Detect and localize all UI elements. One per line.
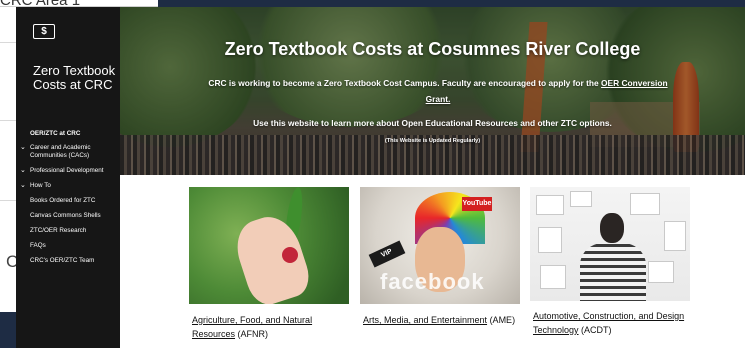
dollar-bill-icon[interactable]: $ [33, 24, 55, 39]
arts-media-image[interactable]: YouTube VIP facebook [360, 187, 520, 304]
facebook-text: facebook [380, 269, 485, 294]
sidebar-item-professional-development[interactable]: ⌄ Professional Development [20, 167, 118, 175]
wall-sheet-shape [570, 191, 592, 207]
hero-intro-text: CRC is working to become a Zero Textbook… [208, 78, 602, 88]
site-title[interactable]: Zero Textbook Costs at CRC [33, 64, 117, 92]
hero-update-note: (This Website is Updated Regularly) [384, 138, 481, 144]
hero-title: Zero Textbook Costs at Cosumnes River Co… [224, 39, 641, 59]
wall-sheet-shape [538, 227, 562, 253]
website-window: $ Zero Textbook Costs at CRC OER/ZTC at … [16, 7, 745, 348]
main-content: Zero Textbook Costs at Cosumnes River Co… [120, 7, 745, 348]
wall-sheet-shape [540, 265, 566, 289]
background-divider [0, 200, 16, 201]
radish-shape [282, 247, 298, 263]
hand-shape [229, 209, 315, 304]
sidebar-item-label: ZTC/OER Research [30, 227, 87, 234]
head-shape [600, 213, 624, 243]
hero-intro: CRC is working to become a Zero Textbook… [198, 75, 678, 107]
wall-sheet-shape [664, 221, 686, 251]
card-caption: Arts, Media, and Entertainment (AME) [363, 313, 523, 327]
sidebar-item-label: Books Ordered for ZTC [30, 197, 96, 204]
sidebar-item-faqs[interactable]: FAQs [20, 242, 118, 250]
wall-sheet-shape [648, 261, 674, 283]
card-caption: Agriculture, Food, and Natural Resources… [192, 313, 352, 341]
sidebar-item-books-ordered[interactable]: Books Ordered for ZTC [20, 197, 118, 205]
card-abbreviation: (AME) [487, 315, 516, 325]
logo-glyph: $ [41, 26, 47, 37]
sidebar-item-how-to[interactable]: ⌄ How To [20, 182, 118, 190]
card-link-ame[interactable]: Arts, Media, and Entertainment [363, 315, 487, 325]
nav-heading[interactable]: OER/ZTC at CRC [30, 130, 80, 137]
sidebar-item-team[interactable]: CRC's OER/ZTC Team [20, 257, 118, 265]
automotive-image[interactable] [530, 187, 690, 301]
sidebar: $ Zero Textbook Costs at CRC OER/ZTC at … [16, 7, 120, 348]
chevron-down-icon[interactable]: ⌄ [20, 182, 30, 190]
hero-description: Use this website to learn more about Ope… [253, 118, 612, 128]
sidebar-item-label: Career and Academic Communities (CACs) [30, 144, 91, 159]
sidebar-item-label: How To [30, 182, 51, 189]
wall-sheet-shape [630, 193, 660, 215]
sidebar-item-label: Professional Development [30, 167, 104, 174]
vip-text: VIP [368, 240, 406, 268]
youtube-logo-text: YouTube [462, 197, 492, 211]
chevron-down-icon[interactable]: ⌄ [20, 144, 30, 152]
background-divider [0, 42, 16, 43]
card-abbreviation: (AFNR) [235, 329, 269, 339]
person-shape [580, 213, 646, 301]
sidebar-item-research[interactable]: ZTC/OER Research [20, 227, 118, 235]
sidebar-item-label: Canvas Commons Shells [30, 212, 101, 219]
sidebar-nav: ⌄ Career and Academic Communities (CACs)… [20, 144, 118, 272]
agriculture-image[interactable] [189, 187, 349, 304]
hero-banner: Zero Textbook Costs at Cosumnes River Co… [120, 7, 745, 175]
sidebar-item-career-communities[interactable]: ⌄ Career and Academic Communities (CACs) [20, 144, 118, 160]
wall-sheet-shape [536, 195, 564, 215]
background-divider [0, 120, 16, 121]
sidebar-item-label: CRC's OER/ZTC Team [30, 257, 95, 264]
card-abbreviation: (ACDT) [578, 325, 612, 335]
sidebar-item-canvas-commons[interactable]: Canvas Commons Shells [20, 212, 118, 220]
card-caption: Automotive, Construction, and Design Tec… [533, 309, 693, 337]
sidebar-item-label: FAQs [30, 242, 46, 249]
chevron-down-icon[interactable]: ⌄ [20, 167, 30, 175]
shirt-shape [580, 243, 646, 301]
